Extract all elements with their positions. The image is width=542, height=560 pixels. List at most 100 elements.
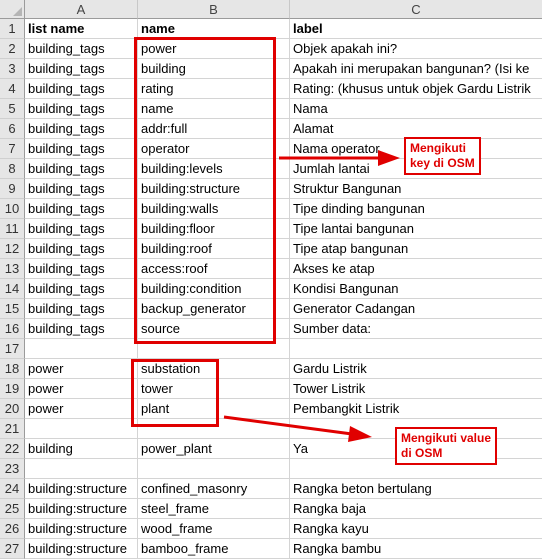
- row-header[interactable]: 5: [0, 99, 25, 119]
- cell-b[interactable]: building:condition: [138, 279, 290, 299]
- row-header[interactable]: 7: [0, 139, 25, 159]
- cell-a[interactable]: building_tags: [25, 59, 138, 79]
- row-header[interactable]: 11: [0, 219, 25, 239]
- cell-b[interactable]: steel_frame: [138, 499, 290, 519]
- cell-c[interactable]: Rangka beton bertulang: [290, 479, 542, 499]
- cell-a[interactable]: [25, 339, 138, 359]
- row-header[interactable]: 14: [0, 279, 25, 299]
- cell-c[interactable]: Rangka kayu: [290, 519, 542, 539]
- cell-a[interactable]: building_tags: [25, 199, 138, 219]
- row-header[interactable]: 15: [0, 299, 25, 319]
- cell-b[interactable]: plant: [138, 399, 290, 419]
- cell-b[interactable]: building:floor: [138, 219, 290, 239]
- cell-c[interactable]: Generator Cadangan: [290, 299, 542, 319]
- cell-b[interactable]: [138, 419, 290, 439]
- cell-a[interactable]: building_tags: [25, 39, 138, 59]
- row-header[interactable]: 2: [0, 39, 25, 59]
- row-header[interactable]: 10: [0, 199, 25, 219]
- row-header[interactable]: 26: [0, 519, 25, 539]
- cell-b[interactable]: bamboo_frame: [138, 539, 290, 559]
- cell-a[interactable]: building:structure: [25, 479, 138, 499]
- column-header-b[interactable]: B: [138, 0, 290, 19]
- row-header[interactable]: 21: [0, 419, 25, 439]
- row-header[interactable]: 1: [0, 19, 25, 39]
- cell-b[interactable]: addr:full: [138, 119, 290, 139]
- row-header[interactable]: 16: [0, 319, 25, 339]
- cell-a[interactable]: power: [25, 399, 138, 419]
- cell-b[interactable]: building: [138, 59, 290, 79]
- cell-b[interactable]: rating: [138, 79, 290, 99]
- cell-a[interactable]: [25, 459, 138, 479]
- cell-b[interactable]: access:roof: [138, 259, 290, 279]
- row-header[interactable]: 25: [0, 499, 25, 519]
- row-header[interactable]: 9: [0, 179, 25, 199]
- cell-b[interactable]: building:structure: [138, 179, 290, 199]
- cell-a[interactable]: list name: [25, 19, 138, 39]
- column-header-c[interactable]: C: [290, 0, 542, 19]
- cell-b[interactable]: [138, 459, 290, 479]
- row-header[interactable]: 6: [0, 119, 25, 139]
- cell-a[interactable]: building_tags: [25, 259, 138, 279]
- cell-a[interactable]: building_tags: [25, 99, 138, 119]
- cell-a[interactable]: building_tags: [25, 239, 138, 259]
- cell-c[interactable]: [290, 339, 542, 359]
- cell-a[interactable]: building_tags: [25, 279, 138, 299]
- cell-a[interactable]: building_tags: [25, 219, 138, 239]
- cell-b[interactable]: confined_masonry: [138, 479, 290, 499]
- cell-b[interactable]: tower: [138, 379, 290, 399]
- cell-c[interactable]: Rangka bambu: [290, 539, 542, 559]
- cell-b[interactable]: power_plant: [138, 439, 290, 459]
- row-header[interactable]: 13: [0, 259, 25, 279]
- cell-b[interactable]: substation: [138, 359, 290, 379]
- cell-b[interactable]: operator: [138, 139, 290, 159]
- cell-a[interactable]: building:structure: [25, 499, 138, 519]
- cell-a[interactable]: building_tags: [25, 139, 138, 159]
- cell-c[interactable]: Pembangkit Listrik: [290, 399, 542, 419]
- cell-a[interactable]: power: [25, 379, 138, 399]
- cell-c[interactable]: Tipe lantai bangunan: [290, 219, 542, 239]
- cell-c[interactable]: Kondisi Bangunan: [290, 279, 542, 299]
- cell-c[interactable]: Tipe atap bangunan: [290, 239, 542, 259]
- row-header[interactable]: 24: [0, 479, 25, 499]
- cell-b[interactable]: source: [138, 319, 290, 339]
- cell-c[interactable]: Alamat: [290, 119, 542, 139]
- cell-a[interactable]: building: [25, 439, 138, 459]
- cell-b[interactable]: building:roof: [138, 239, 290, 259]
- cell-a[interactable]: [25, 419, 138, 439]
- cell-a[interactable]: building:structure: [25, 519, 138, 539]
- row-header[interactable]: 17: [0, 339, 25, 359]
- cell-a[interactable]: building_tags: [25, 159, 138, 179]
- row-header[interactable]: 23: [0, 459, 25, 479]
- cell-c[interactable]: Akses ke atap: [290, 259, 542, 279]
- row-header[interactable]: 12: [0, 239, 25, 259]
- cell-a[interactable]: building_tags: [25, 299, 138, 319]
- cell-b[interactable]: wood_frame: [138, 519, 290, 539]
- cell-c[interactable]: Nama: [290, 99, 542, 119]
- cell-b[interactable]: name: [138, 99, 290, 119]
- cell-a[interactable]: building:structure: [25, 539, 138, 559]
- cell-c[interactable]: Struktur Bangunan: [290, 179, 542, 199]
- row-header[interactable]: 8: [0, 159, 25, 179]
- row-header[interactable]: 4: [0, 79, 25, 99]
- cell-c[interactable]: Sumber data:: [290, 319, 542, 339]
- column-header-a[interactable]: A: [25, 0, 138, 19]
- cell-c[interactable]: Rangka baja: [290, 499, 542, 519]
- cell-c[interactable]: Gardu Listrik: [290, 359, 542, 379]
- select-all-corner[interactable]: [0, 0, 25, 19]
- cell-a[interactable]: building_tags: [25, 119, 138, 139]
- cell-c[interactable]: Tipe dinding bangunan: [290, 199, 542, 219]
- cell-b[interactable]: building:levels: [138, 159, 290, 179]
- cell-b[interactable]: power: [138, 39, 290, 59]
- row-header[interactable]: 22: [0, 439, 25, 459]
- cell-c[interactable]: Rating: (khusus untuk objek Gardu Listri…: [290, 79, 542, 99]
- row-header[interactable]: 20: [0, 399, 25, 419]
- cell-b[interactable]: building:walls: [138, 199, 290, 219]
- cell-b[interactable]: backup_generator: [138, 299, 290, 319]
- cell-c[interactable]: Apakah ini merupakan bangunan? (Isi ke: [290, 59, 542, 79]
- cell-a[interactable]: power: [25, 359, 138, 379]
- cell-b[interactable]: [138, 339, 290, 359]
- cell-a[interactable]: building_tags: [25, 179, 138, 199]
- row-header[interactable]: 3: [0, 59, 25, 79]
- cell-a[interactable]: building_tags: [25, 319, 138, 339]
- row-header[interactable]: 27: [0, 539, 25, 559]
